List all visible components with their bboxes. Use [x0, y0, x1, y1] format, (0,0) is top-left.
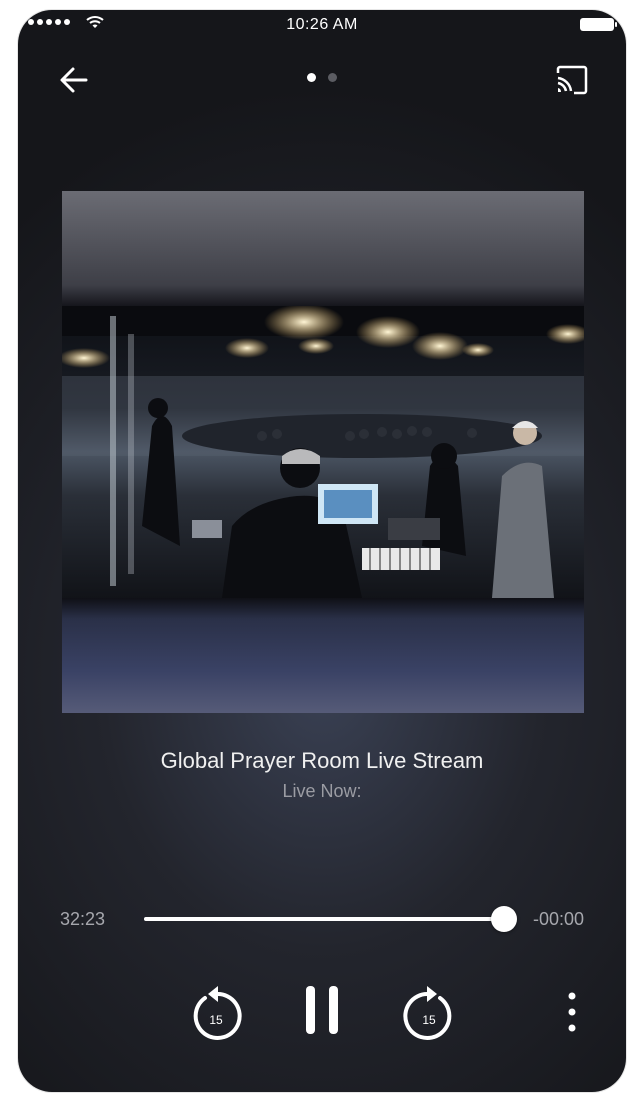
more-vertical-icon[interactable] — [564, 990, 580, 1034]
page-dot[interactable] — [328, 73, 337, 82]
cast-icon[interactable] — [554, 64, 590, 96]
back-arrow-icon[interactable] — [56, 62, 92, 98]
stream-artwork — [62, 191, 584, 713]
forward-seconds-label: 15 — [422, 1013, 436, 1027]
playback-controls: 15 15 — [18, 982, 626, 1042]
remaining-time: -00:00 — [532, 909, 584, 929]
forward-15-icon[interactable]: 15 — [401, 982, 457, 1042]
stream-subtitle: Live Now: — [282, 781, 362, 801]
top-nav — [18, 58, 626, 102]
elapsed-time: 32:23 — [60, 909, 106, 929]
status-time: 10:26 AM — [286, 16, 358, 33]
battery-icon — [580, 18, 617, 31]
page-dot[interactable] — [307, 73, 316, 82]
player-screen: 10:26 AM Global Prayer Room Live Stream … — [18, 10, 626, 1092]
stream-title: Global Prayer Room Live Stream — [160, 748, 484, 773]
rewind-seconds-label: 15 — [209, 1013, 223, 1027]
status-bar: 10:26 AM — [18, 10, 626, 40]
page-indicator[interactable] — [307, 73, 337, 82]
pause-button[interactable] — [302, 986, 346, 1038]
progress-slider[interactable] — [144, 906, 517, 932]
worship-room-photo — [62, 306, 584, 598]
progress-fill — [144, 917, 504, 921]
progress-knob[interactable] — [491, 906, 517, 932]
rewind-15-icon[interactable]: 15 — [188, 982, 244, 1042]
